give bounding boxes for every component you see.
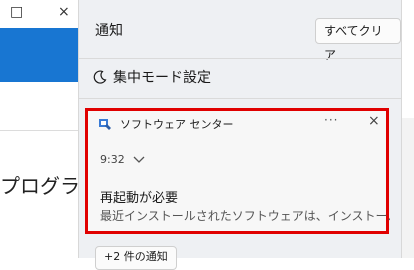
dismiss-notification-icon[interactable]: × (368, 113, 380, 129)
notification-title: 再起動が必要 (100, 191, 179, 206)
clear-all-button[interactable]: すべてクリア (315, 18, 401, 62)
notification-panel: 通知 すべてクリア 集中モード設定 ソフトウェア センター ··· × 9:32… (78, 0, 402, 270)
divider (79, 98, 401, 99)
minimize-icon[interactable]: □ (10, 4, 23, 20)
notification-card[interactable]: ソフトウェア センター ··· × 9:32 再起動が必要 最近インストールされ… (85, 108, 390, 234)
background-divider (0, 130, 90, 131)
background-banner (0, 28, 90, 82)
close-icon[interactable]: × (58, 4, 70, 20)
panel-title: 通知 (95, 23, 123, 39)
focus-settings-link[interactable]: 集中モード設定 (93, 66, 211, 88)
panel-header: 通知 すべてクリア (79, 0, 401, 62)
more-options-icon[interactable]: ··· (324, 113, 338, 127)
notification-app-name: ソフトウェア センター (120, 118, 234, 131)
moon-icon (93, 70, 107, 84)
notification-body: 最近インストールされたソフトウェアは、インストールを完了 (100, 209, 390, 223)
software-center-icon (99, 119, 111, 130)
focus-settings-label: 集中モード設定 (113, 70, 211, 86)
chevron-down-icon[interactable] (133, 156, 145, 164)
notification-time-row[interactable]: 9:32 (100, 153, 145, 166)
divider (79, 58, 401, 59)
more-notifications-button[interactable]: +2 件の通知 (95, 246, 177, 270)
notification-time: 9:32 (100, 153, 125, 166)
background-titlebar: □ × (0, 0, 90, 28)
notification-app-row: ソフトウェア センター (98, 115, 234, 133)
